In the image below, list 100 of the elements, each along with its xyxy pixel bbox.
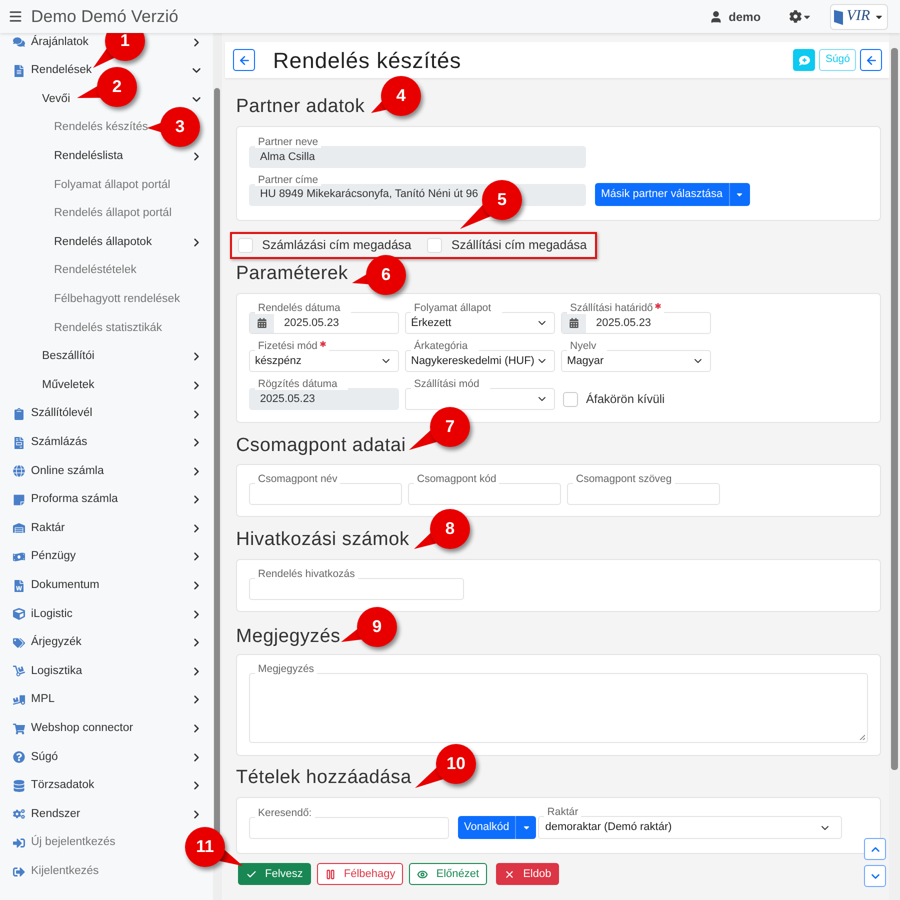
scroll-up-button[interactable]	[864, 838, 886, 860]
field-label: Rögzítés dátuma	[255, 378, 348, 390]
barcode-button[interactable]: Vonalkód	[458, 816, 516, 839]
input-field[interactable]	[567, 483, 720, 505]
dropdown-toggle[interactable]	[515, 816, 536, 839]
warehouse-icon	[13, 522, 25, 534]
sidebar-item[interactable]: Félbehagyott rendelések	[54, 291, 180, 308]
field-label: Raktár	[544, 806, 582, 818]
field-label: Csomagpont szöveg	[573, 473, 675, 485]
sidebar-item[interactable]: Vevői	[42, 90, 70, 108]
pause-button[interactable]: Félbehagy	[316, 863, 404, 885]
section-heading: Paraméterek	[236, 262, 348, 286]
user-name[interactable]: demo	[728, 8, 761, 26]
sidebar-item[interactable]: Árjegyzék	[31, 634, 82, 652]
login-icon	[13, 836, 25, 849]
sidebar-item[interactable]: Beszállítói	[42, 348, 94, 366]
select-field[interactable]: Magyar	[561, 350, 711, 372]
back-button[interactable]	[860, 49, 882, 71]
select-field[interactable]: Nagykereskedelmi (HUF)	[405, 350, 555, 372]
sidebar-item[interactable]: Raktár	[31, 520, 65, 538]
section-heading: Hivatkozási számok	[236, 528, 410, 552]
field-label: Partner neve	[255, 136, 322, 148]
date-field[interactable]: 2025.05.23	[561, 312, 711, 334]
book-logo-icon	[834, 8, 845, 24]
logo-menu[interactable]: VIR	[830, 4, 888, 30]
search-field[interactable]	[249, 816, 449, 838]
date-field[interactable]: 2025.05.23	[249, 312, 399, 334]
field-label: Megjegyzés	[255, 663, 318, 675]
preview-button[interactable]: Előnézet	[409, 863, 488, 885]
sidebar-item[interactable]: MPL	[31, 691, 55, 709]
menu-icon[interactable]	[8, 9, 23, 24]
sidebar-item[interactable]: Új bejelentkezés	[31, 834, 116, 852]
checkbox-label: Áfakörön kívüli	[586, 391, 665, 408]
sidebar-item[interactable]: Webshop connector	[31, 720, 134, 738]
sidebar-item[interactable]: Kijelentkezés	[31, 862, 99, 880]
sidebar-item[interactable]: Rendelés állapotok	[54, 234, 152, 252]
sidebar-item[interactable]: Rendelés statisztikák	[54, 320, 162, 337]
sidebar-item[interactable]: iLogistic	[31, 606, 73, 623]
checkbox-label: Szállítási cím megadása	[451, 237, 587, 254]
field-label: Fizetési mód	[255, 340, 329, 352]
sidebar-item[interactable]: Rendeléslista	[54, 148, 124, 166]
scrollbar[interactable]	[213, 33, 222, 900]
back-arrow-icon	[238, 54, 250, 66]
scrollbar[interactable]	[889, 33, 900, 900]
sidebar-item[interactable]: Proforma számla	[31, 491, 118, 508]
discard-button[interactable]: Eldob	[496, 863, 560, 885]
calendar-icon	[257, 318, 267, 328]
back-button[interactable]	[233, 49, 255, 71]
sidebar-item[interactable]: Dokumentum	[31, 576, 100, 594]
select-field[interactable]: demoraktar (Demó raktár)	[538, 816, 842, 839]
cube-icon	[13, 608, 25, 620]
input-field[interactable]	[408, 483, 561, 505]
checkbox[interactable]	[238, 238, 253, 253]
field-label: Rendelés dátuma	[255, 302, 352, 314]
word-document-icon	[13, 580, 25, 592]
checkbox-label: Számlázási cím megadása	[262, 237, 412, 254]
close-icon	[504, 868, 516, 880]
clipboard-icon	[13, 408, 25, 420]
field-label: Folyamat állapot	[411, 302, 502, 314]
settings-menu[interactable]	[788, 10, 812, 23]
calendar-icon	[569, 318, 579, 328]
settings-icon	[788, 10, 802, 23]
sidebar-item[interactable]: Árajánlatok	[31, 34, 89, 51]
checkbox[interactable]	[563, 392, 578, 406]
sidebar-item[interactable]: Rendelés készítés	[54, 119, 148, 137]
checkbox[interactable]	[427, 238, 442, 253]
sidebar-item[interactable]: Szállítólevél	[31, 405, 92, 423]
sidebar-item[interactable]: Pénzügy	[31, 548, 76, 566]
sidebar-item[interactable]: Rendszer	[31, 806, 80, 823]
tags-icon	[13, 636, 25, 649]
sidebar-item[interactable]: Rendelés állapot portál	[54, 205, 172, 222]
check-icon	[246, 868, 257, 880]
section-heading: Tételek hozzáadása	[236, 766, 412, 790]
choose-partner-button[interactable]: Másik partner választása	[595, 183, 729, 206]
document-icon	[13, 64, 25, 77]
input-field[interactable]	[249, 483, 402, 505]
save-button[interactable]: Felvesz	[238, 863, 311, 885]
input-field[interactable]	[249, 578, 464, 600]
select-field[interactable]: készpénz	[249, 350, 399, 372]
sidebar-item[interactable]: Súgó	[31, 748, 58, 766]
sidebar-item[interactable]: Online számla	[31, 462, 104, 480]
user-icon	[708, 10, 723, 24]
sidebar-item[interactable]: Műveletek	[42, 376, 94, 394]
comment-plus-icon	[798, 54, 810, 66]
back-arrow-icon	[864, 54, 878, 66]
sidebar-item[interactable]: Rendelések	[31, 62, 92, 80]
select-field[interactable]	[405, 388, 555, 410]
sidebar-item[interactable]: Rendeléstételek	[54, 262, 136, 280]
select-field[interactable]: Érkezett	[405, 312, 555, 334]
field-label: Csomagpont név	[255, 473, 340, 485]
sidebar-item[interactable]: Számlázás	[31, 434, 88, 452]
dropdown-toggle[interactable]	[728, 183, 750, 206]
sidebar-item[interactable]: Logisztika	[31, 662, 82, 680]
sidebar-item[interactable]: Törzsadatok	[31, 777, 94, 794]
sidebar-item[interactable]: Folyamat állapot portál	[54, 176, 170, 194]
resize-handle-icon	[859, 734, 865, 740]
settings-icon	[13, 808, 25, 820]
field-label: Szállítási mód	[411, 378, 490, 390]
scroll-down-button[interactable]	[864, 865, 886, 887]
field-label: Keresendő:	[255, 806, 315, 818]
